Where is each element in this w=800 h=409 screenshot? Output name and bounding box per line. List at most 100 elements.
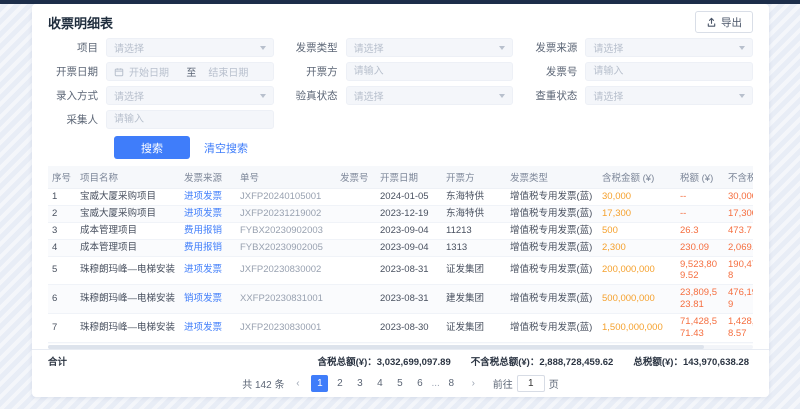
cell-amount: 1,500,000,000	[598, 314, 676, 343]
goto-page-input[interactable]	[517, 375, 545, 392]
cell-project: 珠穆朗玛峰—电梯安装	[76, 256, 180, 285]
cell-amount: 17,300	[598, 205, 676, 222]
summary-tax-excl-value: 2,888,728,459.62	[539, 357, 613, 368]
export-icon	[706, 17, 717, 28]
invoice-detail-panel: 收票明细表 导出 项目请选择发票类型请选择发票来源请选择开票日期开始日期至结束日…	[32, 4, 769, 397]
invoice-source-select[interactable]: 请选择	[585, 38, 753, 57]
cell-date: 2023-09-04	[376, 222, 442, 239]
pagination-total: 共 142 条	[242, 376, 284, 391]
cell-tax: 230.09	[676, 239, 724, 256]
filter-label: 发票类型	[288, 40, 346, 55]
cell-type: 增值税专用发票(蓝)	[506, 239, 598, 256]
goto-prefix: 前往	[493, 376, 513, 391]
cell-issuer: 东海特供	[442, 205, 506, 222]
column-header: 发票类型	[506, 166, 598, 189]
cell-no: 6	[48, 285, 76, 314]
cell-issuer: 证发集团	[442, 256, 506, 285]
filter-field-dup-check-status: 查重状态请选择	[527, 86, 753, 105]
summary-tax-incl-value: 3,032,699,097.89	[377, 357, 451, 368]
filter-label: 发票来源	[527, 40, 585, 55]
collector-input[interactable]	[106, 110, 274, 129]
export-button[interactable]: 导出	[695, 11, 753, 33]
cell-type: 增值税专用发票(蓝)	[506, 205, 598, 222]
chevron-down-icon	[499, 46, 505, 50]
cell-invoice-no	[336, 189, 376, 206]
cell-source[interactable]: 进项发票	[180, 205, 236, 222]
cell-source[interactable]: 进项发票	[180, 314, 236, 343]
column-header: 含税金额 (¥)	[598, 166, 676, 189]
cell-order-no: JXFP20231219002	[236, 205, 336, 222]
cell-type: 增值税专用发票(蓝)	[506, 314, 598, 343]
next-page-button[interactable]: ›	[465, 375, 482, 392]
table-body: 1宝威大厦采购项目进项发票JXFP202401050012024-01-05东海…	[48, 189, 753, 345]
cell-source[interactable]: 进项发票	[180, 189, 236, 206]
cell-source[interactable]: 费用报销	[180, 222, 236, 239]
cell-tax: 26.3	[676, 222, 724, 239]
cell-source[interactable]: 进项发票	[180, 342, 236, 344]
goto-suffix: 页	[549, 376, 559, 391]
summary-total-label: 合计	[48, 354, 67, 368]
invoice-type-select[interactable]: 请选择	[346, 38, 514, 57]
cell-type: 增值税专用发票(蓝)	[506, 285, 598, 314]
filter-field-collector: 采集人	[48, 110, 274, 129]
invoice-date-range[interactable]: 开始日期至结束日期	[106, 62, 274, 81]
cell-order-no: JXFP20230830003	[236, 342, 336, 344]
prev-page-button[interactable]: ‹	[289, 375, 306, 392]
invoice-table: 序号项目名称发票来源单号发票号开票日期开票方发票类型含税金额 (¥)税额 (¥)…	[48, 166, 753, 344]
page-button-1[interactable]: 1	[311, 375, 328, 392]
cell-project: 珠穆朗玛峰—电梯安装	[76, 285, 180, 314]
page-button-4[interactable]: 4	[371, 375, 388, 392]
cell-amount: 500,000,000	[598, 285, 676, 314]
filter-label: 发票号	[527, 64, 585, 79]
cell-no: 7	[48, 314, 76, 343]
cell-no: 5	[48, 256, 76, 285]
page-button-8[interactable]: 8	[443, 375, 460, 392]
summary-tax-incl-label: 含税总额(¥)：	[318, 357, 377, 368]
page-button-2[interactable]: 2	[331, 375, 348, 392]
column-header: 序号	[48, 166, 76, 189]
cell-invoice-no	[336, 239, 376, 256]
page-button-6[interactable]: 6	[411, 375, 428, 392]
cell-net: 476,190,476.19	[724, 285, 753, 314]
clear-search-button[interactable]: 清空搜索	[204, 140, 248, 156]
table-row: 6珠穆朗玛峰—电梯安装销项发票XXFP202308310012023-08-31…	[48, 285, 753, 314]
page-numbers: 123456...8	[311, 375, 459, 392]
cell-net: 476,190,476.19	[724, 342, 753, 344]
filter-field-invoice-date: 开票日期开始日期至结束日期	[48, 62, 274, 81]
filter-label: 开票日期	[48, 64, 106, 79]
verify-status-select[interactable]: 请选择	[346, 86, 514, 105]
calendar-icon	[114, 67, 124, 77]
cell-project: 宝威大厦采购项目	[76, 205, 180, 222]
cell-type: 增值税专用发票(蓝)	[506, 189, 598, 206]
dup-check-status-select[interactable]: 请选择	[585, 86, 753, 105]
issuer-input[interactable]	[346, 62, 514, 81]
cell-type: 增值税专用发票(蓝)	[506, 342, 598, 344]
pagination: 共 142 条 ‹ 123456...8 › 前往 页	[32, 372, 769, 397]
cell-invoice-no	[336, 314, 376, 343]
cell-invoice-no	[336, 342, 376, 344]
cell-amount: 30,000	[598, 189, 676, 206]
project-select[interactable]: 请选择	[106, 38, 274, 57]
cell-date: 2023-09-04	[376, 239, 442, 256]
cell-net: 1,428,571,428.57	[724, 314, 753, 343]
cell-project: 成本管理项目	[76, 239, 180, 256]
cell-source[interactable]: 费用报销	[180, 239, 236, 256]
summary-row: 合计 含税总额(¥)：3,032,699,097.89 不含税总额(¥)：2,8…	[32, 349, 769, 372]
cell-no: 4	[48, 239, 76, 256]
cell-source[interactable]: 销项发票	[180, 285, 236, 314]
invoice-no-input[interactable]	[585, 62, 753, 81]
cell-invoice-no	[336, 256, 376, 285]
summary-tax-excl-label: 不含税总额(¥)：	[471, 357, 540, 368]
page-button-3[interactable]: 3	[351, 375, 368, 392]
summary-tax-excl: 不含税总额(¥)：2,888,728,459.62	[471, 354, 614, 368]
cell-type: 增值税专用发票(蓝)	[506, 222, 598, 239]
cell-issuer: 11213	[442, 222, 506, 239]
page-button-5[interactable]: 5	[391, 375, 408, 392]
panel-header: 收票明细表 导出	[32, 4, 769, 36]
column-header: 开票方	[442, 166, 506, 189]
cell-source[interactable]: 进项发票	[180, 256, 236, 285]
filter-label: 查重状态	[527, 88, 585, 103]
cell-no: 2	[48, 205, 76, 222]
search-button[interactable]: 搜索	[114, 136, 190, 159]
entry-method-select[interactable]: 请选择	[106, 86, 274, 105]
